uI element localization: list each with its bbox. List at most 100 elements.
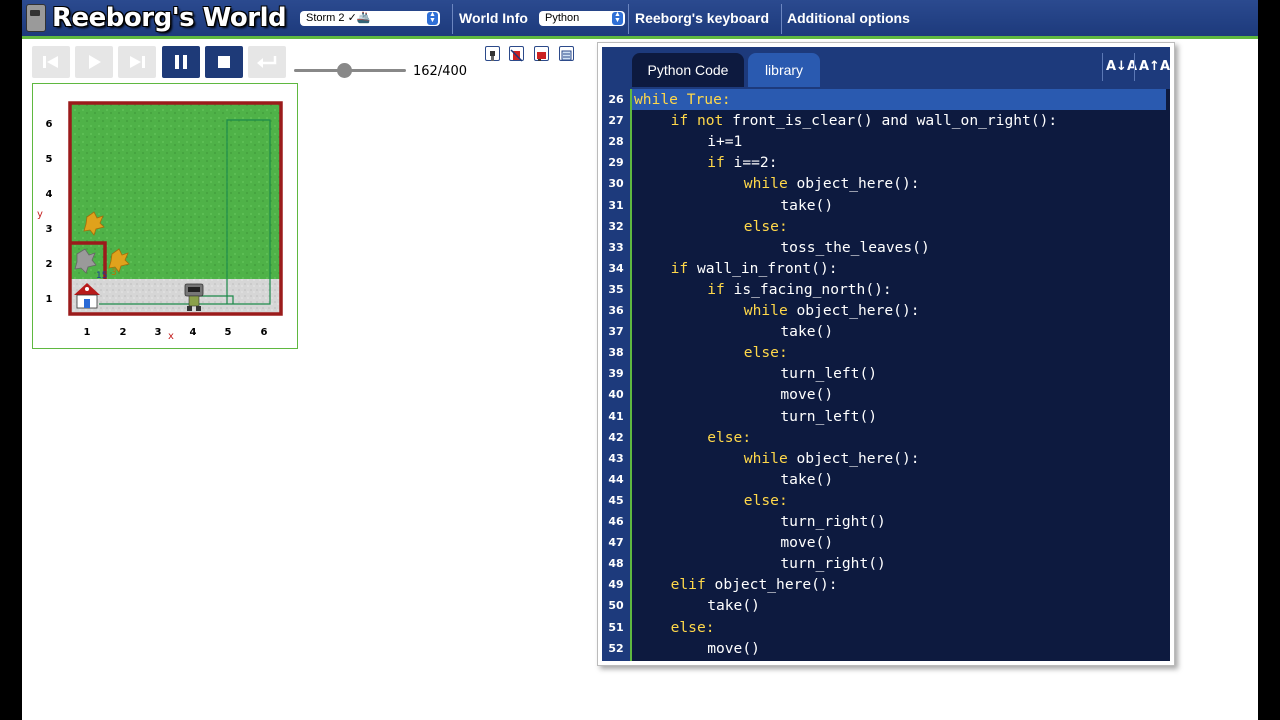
code-keyword: while: [743, 449, 788, 467]
code-line-text: take(): [707, 595, 760, 616]
code-line[interactable]: if not front_is_clear() and wall_on_righ…: [632, 110, 1166, 131]
code-line[interactable]: turn_left(): [632, 363, 1166, 384]
reeborg-robot-icon: [26, 4, 46, 32]
code-keyword: else:: [743, 344, 788, 362]
code-statement: wall_in_front():: [688, 259, 838, 277]
code-line[interactable]: move(): [632, 384, 1166, 405]
code-line-text: move(): [707, 638, 760, 659]
tab-library[interactable]: library: [748, 53, 820, 87]
code-line-text: else:: [744, 490, 788, 511]
line-number: 49: [608, 578, 624, 592]
line-number: 30: [608, 177, 624, 191]
divider: [628, 4, 629, 34]
code-line-text: turn_right(): [780, 511, 885, 532]
gravel-row: [70, 279, 281, 314]
code-line-text: else:: [707, 427, 751, 448]
code-statement: front_is_clear() and wall_on_right():: [723, 112, 1058, 130]
code-line-text: else:: [671, 617, 715, 638]
line-number: 47: [608, 536, 624, 550]
line-number: 34: [608, 261, 624, 275]
watch-variables-icon[interactable]: [534, 46, 549, 61]
run-button[interactable]: [75, 46, 113, 78]
decrease-font-button[interactable]: A↓A: [1106, 57, 1137, 77]
code-line[interactable]: else:: [632, 216, 1166, 237]
code-line-text: if not front_is_clear() and wall_on_righ…: [671, 110, 1058, 131]
reverse-step-icon: [43, 56, 58, 68]
code-line[interactable]: i+=1: [632, 131, 1166, 152]
code-lines[interactable]: while True: if not front_is_clear() and w…: [632, 89, 1166, 659]
reeborg-keyboard-button[interactable]: Reeborg's keyboard: [635, 0, 769, 36]
code-line[interactable]: if is_facing_north():: [632, 279, 1166, 300]
code-line[interactable]: else:: [632, 427, 1166, 448]
code-line[interactable]: take(): [632, 321, 1166, 342]
line-number: 42: [608, 430, 624, 444]
reload-button[interactable]: [248, 46, 286, 78]
code-line-text: while True:: [634, 89, 731, 110]
step-button[interactable]: [118, 46, 156, 78]
code-line[interactable]: turn_left(): [632, 406, 1166, 427]
code-line[interactable]: while object_here():: [632, 173, 1166, 194]
code-statement: turn_right(): [780, 513, 886, 530]
speed-slider-handle[interactable]: [336, 63, 352, 78]
line-number: 26: [608, 93, 624, 106]
code-keyword: else:: [743, 217, 788, 235]
world-canvas: 15 3 1 2 3 4 5 6 1 2 3 4 5 6 x y: [32, 83, 298, 349]
pause-button[interactable]: [162, 46, 200, 78]
code-line[interactable]: move(): [632, 638, 1166, 659]
line-number: 39: [608, 367, 624, 381]
divider: [1102, 53, 1103, 81]
increase-font-button[interactable]: A↑A: [1139, 57, 1170, 77]
line-number: 44: [608, 472, 624, 486]
y-tick: 3: [46, 224, 53, 235]
code-line[interactable]: while True:: [632, 89, 1166, 110]
additional-options-button[interactable]: Additional options: [787, 0, 910, 36]
code-area[interactable]: 26 27 28 29 30 31 32 33 34 35 36 37 38 39 40 41 42 43 44 45…: [602, 89, 1170, 661]
code-line[interactable]: toss_the_leaves(): [632, 237, 1166, 258]
code-keyword: else:: [707, 428, 752, 446]
x-tick: 5: [225, 327, 232, 338]
language-select[interactable]: Python ▲ ▼: [539, 11, 625, 26]
code-statement: move(): [780, 386, 834, 404]
x-axis-label: x: [168, 331, 174, 342]
code-line[interactable]: if wall_in_front():: [632, 258, 1166, 279]
divider: [452, 4, 453, 34]
code-line[interactable]: while object_here():: [632, 448, 1166, 469]
world-select[interactable]: Storm 2 ✓🚢 ▲ ▼: [300, 11, 440, 26]
editor-tab-bar: Python Code library A↓A A↑A: [602, 47, 1170, 87]
code-line[interactable]: turn_right(): [632, 511, 1166, 532]
stop-button[interactable]: [205, 46, 243, 78]
code-line-text: take(): [780, 469, 833, 490]
code-editor: Python Code library A↓A A↑A 26 27 28 29 30 31…: [602, 47, 1170, 661]
code-line[interactable]: take(): [632, 469, 1166, 490]
world-info-button[interactable]: World Info: [459, 0, 528, 36]
reverse-step-button[interactable]: [32, 46, 70, 78]
world-editor-icon[interactable]: [559, 46, 574, 61]
highlight-toggle-icon[interactable]: [509, 46, 524, 62]
code-statement: object_here():: [787, 449, 920, 467]
tab-python-code[interactable]: Python Code: [632, 53, 744, 87]
code-line[interactable]: else:: [632, 617, 1166, 638]
code-line[interactable]: take(): [632, 595, 1166, 616]
code-keyword: elif: [670, 576, 706, 594]
leaf-count-label-2: 3: [111, 268, 117, 278]
y-tick: 1: [46, 294, 53, 305]
code-line[interactable]: if i==2:: [632, 152, 1166, 173]
code-line[interactable]: turn_right(): [632, 553, 1166, 574]
line-number: 32: [608, 219, 624, 233]
code-line[interactable]: else:: [632, 342, 1166, 363]
code-line-text: toss_the_leaves(): [780, 237, 929, 258]
code-line[interactable]: move(): [632, 532, 1166, 553]
select-arrows-icon: ▲ ▼: [427, 11, 438, 25]
code-line[interactable]: take(): [632, 195, 1166, 216]
step-icon: [130, 56, 145, 68]
robot-model-icon[interactable]: [485, 46, 500, 61]
robot-glyph: [490, 51, 495, 61]
code-line-text: else:: [744, 342, 788, 363]
code-line[interactable]: else:: [632, 490, 1166, 511]
app-window: Reeborg's World Storm 2 ✓🚢 ▲ ▼ World Info…: [22, 0, 1258, 720]
code-statement: object_here():: [705, 576, 838, 594]
code-line[interactable]: elif object_here():: [632, 574, 1166, 595]
line-number: 29: [608, 156, 624, 170]
code-line[interactable]: while object_here():: [632, 300, 1166, 321]
line-number: 40: [608, 388, 624, 402]
